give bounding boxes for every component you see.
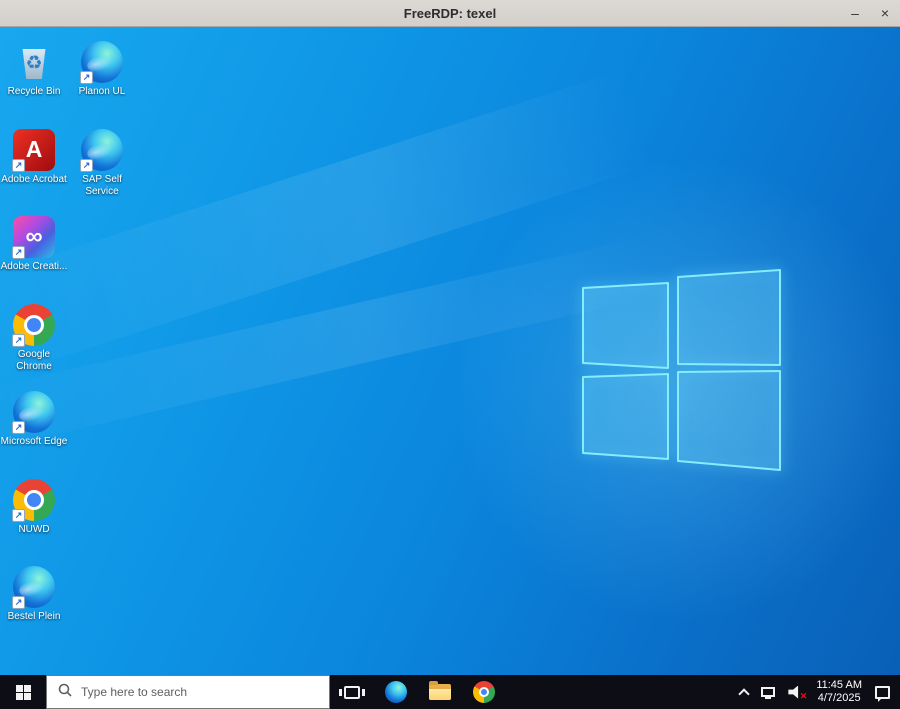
desktop-icon-label: Recycle Bin — [0, 86, 68, 98]
task-view-icon — [344, 686, 360, 699]
desktop-icon-label: Planon UL — [68, 86, 136, 98]
desktop-icon-label: NUWD — [0, 524, 68, 536]
desktop-icon-adobe-creative-cloud[interactable]: ↗ Adobe Creati... — [0, 216, 68, 273]
tray-show-hidden-icons-chevron[interactable] — [739, 688, 750, 699]
title-bar[interactable]: FreeRDP: texel – × — [0, 0, 900, 27]
desktop-icon-label: SAP Self Service — [68, 174, 136, 198]
desktop-icon-label: Adobe Creati... — [0, 261, 68, 273]
desktop-icon-label: Bestel Plein — [0, 611, 68, 623]
desktop-icon-label: Adobe Acrobat — [0, 174, 68, 186]
search-input[interactable] — [81, 685, 329, 699]
desktop-icon-adobe-acrobat[interactable]: ↗ Adobe Acrobat — [0, 129, 68, 186]
network-icon[interactable] — [761, 687, 775, 697]
icon-art: ↗ — [13, 479, 55, 521]
close-button[interactable]: × — [870, 0, 900, 26]
desktop-icon-label: Microsoft Edge — [0, 436, 68, 448]
desktop-icon-planon-ul[interactable]: ↗ Planon UL — [68, 41, 136, 98]
start-button[interactable] — [0, 675, 46, 709]
minimize-button[interactable]: – — [840, 0, 870, 26]
volume-muted-icon[interactable]: ✕ — [788, 686, 803, 699]
desktop-icon-layer: Recycle Bin ↗ Planon UL ↗ Adobe Acrobat … — [0, 27, 900, 675]
task-view-button[interactable] — [330, 675, 374, 709]
desktop-icon-microsoft-edge[interactable]: ↗ Microsoft Edge — [0, 391, 68, 448]
desktop-icon-bestel-plein[interactable]: ↗ Bestel Plein — [0, 566, 68, 623]
edge-icon — [385, 681, 407, 703]
mute-x-icon: ✕ — [800, 692, 808, 701]
search-icon — [58, 683, 72, 702]
shortcut-arrow-icon: ↗ — [12, 159, 25, 172]
desktop-icon-label: Google Chrome — [0, 349, 68, 373]
desktop-icon-google-chrome[interactable]: ↗ Google Chrome — [0, 304, 68, 373]
window-controls: – × — [840, 0, 900, 26]
desktop-icon-sap-self-service[interactable]: ↗ SAP Self Service — [68, 129, 136, 198]
icon-art — [13, 41, 55, 83]
chrome-icon — [473, 681, 495, 703]
tray-time: 11:45 AM — [816, 679, 862, 692]
tray-date: 4/7/2025 — [816, 692, 862, 705]
icon-art: ↗ — [13, 566, 55, 608]
tray-clock[interactable]: 11:45 AM 4/7/2025 — [816, 679, 862, 705]
taskbar-file-explorer-button[interactable] — [418, 675, 462, 709]
icon-art: ↗ — [13, 129, 55, 171]
taskbar: ✕ 11:45 AM 4/7/2025 — [0, 675, 900, 709]
taskbar-search[interactable] — [46, 675, 330, 709]
shortcut-arrow-icon: ↗ — [80, 71, 93, 84]
icon-art: ↗ — [13, 304, 55, 346]
system-tray: ✕ 11:45 AM 4/7/2025 — [740, 675, 900, 709]
desktop[interactable]: Recycle Bin ↗ Planon UL ↗ Adobe Acrobat … — [0, 27, 900, 675]
shortcut-arrow-icon: ↗ — [12, 246, 25, 259]
action-center-icon[interactable] — [875, 686, 890, 699]
desktop-icon-recycle-bin[interactable]: Recycle Bin — [0, 41, 68, 98]
shortcut-arrow-icon: ↗ — [80, 159, 93, 172]
icon-art: ↗ — [81, 129, 123, 171]
taskbar-edge-button[interactable] — [374, 675, 418, 709]
icon-art: ↗ — [13, 391, 55, 433]
shortcut-arrow-icon: ↗ — [12, 596, 25, 609]
shortcut-arrow-icon: ↗ — [12, 334, 25, 347]
icon-art: ↗ — [81, 41, 123, 83]
taskbar-chrome-button[interactable] — [462, 675, 506, 709]
shortcut-arrow-icon: ↗ — [12, 509, 25, 522]
windows-start-icon — [16, 685, 31, 700]
shortcut-arrow-icon: ↗ — [12, 421, 25, 434]
file-explorer-icon — [429, 684, 451, 700]
freerdp-window: FreeRDP: texel – × Recycle Bin ↗ Planon … — [0, 0, 900, 709]
icon-art: ↗ — [13, 216, 55, 258]
window-title: FreeRDP: texel — [0, 6, 900, 21]
desktop-icon-nuwd[interactable]: ↗ NUWD — [0, 479, 68, 536]
